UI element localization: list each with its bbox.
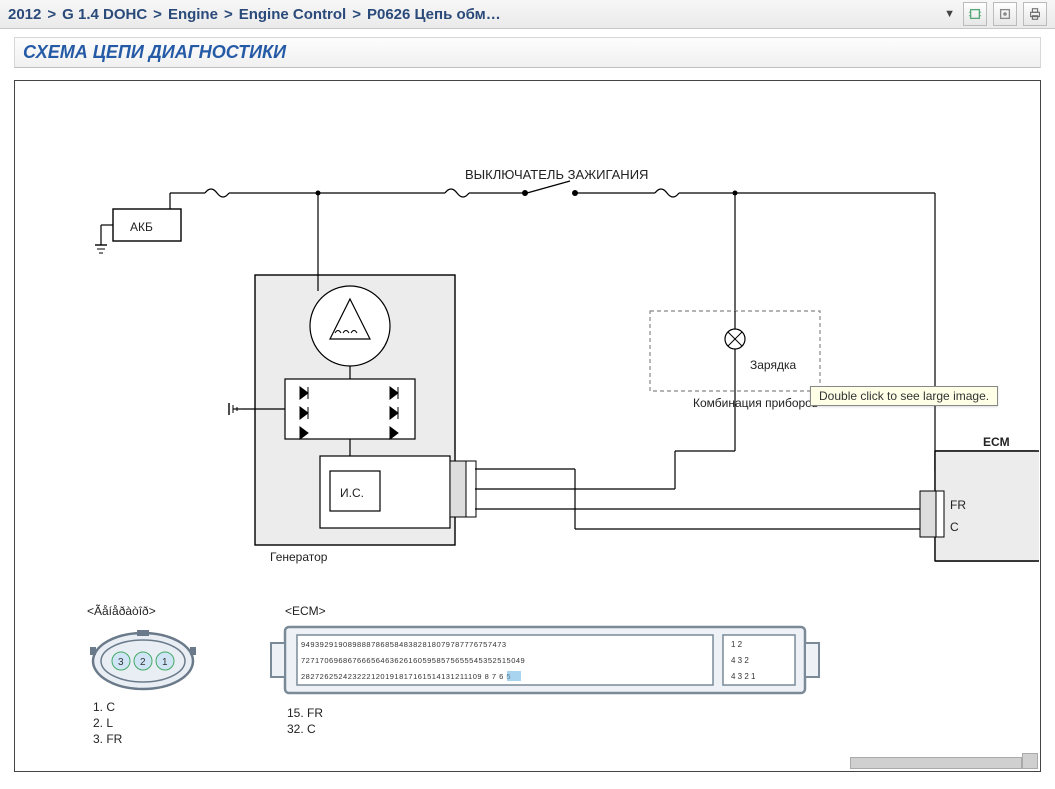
ecm-block: ECM FR C <box>920 435 1039 561</box>
charging-label: Зарядка <box>750 358 796 372</box>
ignition-switch-label: ВЫКЛЮЧАТЕЛЬ ЗАЖИГАНИЯ <box>465 167 648 182</box>
ecm-row-mid: 7271706968676665646362616059585756555453… <box>301 656 525 665</box>
battery-label: АКБ <box>130 220 153 234</box>
dropdown-caret-icon[interactable]: ▼ <box>944 8 955 20</box>
ecm-small-top: 1 2 <box>731 640 743 649</box>
scrollbar-corner <box>1022 753 1038 769</box>
ecm-row-bot: 282726252423222120191817161514131211109 … <box>301 672 511 681</box>
ecm-small-bot: 4 3 2 1 <box>731 672 756 681</box>
generator-label: Генератор <box>270 550 328 564</box>
chip-alt-icon <box>998 7 1012 21</box>
crumb-system[interactable]: Engine <box>168 6 218 23</box>
tool-button-2[interactable] <box>993 2 1017 26</box>
generator-block: И.С. Генератор <box>229 275 476 564</box>
pin-1c: 1. C <box>93 700 115 714</box>
conn-ecm-header: <ECM> <box>285 604 326 618</box>
print-button[interactable] <box>1023 2 1047 26</box>
conn-pin-1: 1 <box>162 657 168 668</box>
ecm-connector-pinout: <ECM> 9493929190898887868584838281807978… <box>271 604 819 736</box>
ecm-row-top: 9493929190898887868584838281807978777675… <box>301 640 507 649</box>
crumb-year[interactable]: 2012 <box>8 6 41 23</box>
section-title: СХЕМА ЦЕПИ ДИАГНОСТИКИ <box>14 37 1041 68</box>
ecm-small-mid: 4 3 2 <box>731 656 749 665</box>
chip-icon <box>968 7 982 21</box>
instrument-cluster-block: Зарядка Комбинация приборов <box>650 311 820 489</box>
crumb-sep: > <box>352 6 361 23</box>
crumb-sep: > <box>47 6 56 23</box>
generator-connector-pinout: <Ãåíåðàòîð> 3 2 1 1. C 2. L 3. FR <box>87 604 196 746</box>
horizontal-scrollbar[interactable] <box>850 757 1022 769</box>
ecm-pin-32: 32. C <box>287 722 316 736</box>
crumb-code[interactable]: P0626 Цепь обм… <box>367 6 501 23</box>
wiring-diagram-svg: АКБ <box>15 81 1039 771</box>
tooltip: Double click to see large image. <box>810 386 998 406</box>
battery-block: АКБ <box>95 193 181 253</box>
tool-button-1[interactable] <box>963 2 987 26</box>
crumb-engine-variant[interactable]: G 1.4 DOHC <box>62 6 147 23</box>
printer-icon <box>1028 7 1042 21</box>
conn-generator-header: <Ãåíåðàòîð> <box>87 604 156 618</box>
conn-pin-3: 3 <box>118 657 124 668</box>
crumb-subsystem[interactable]: Engine Control <box>239 6 347 23</box>
ecm-pin-c: C <box>950 520 959 534</box>
ecm-label: ECM <box>983 435 1010 449</box>
toolbar-icons <box>963 2 1047 26</box>
pin-2l: 2. L <box>93 716 113 730</box>
breadcrumb-toolbar: 2012 > G 1.4 DOHC > Engine > Engine Cont… <box>0 0 1055 29</box>
conn-pin-2: 2 <box>140 657 146 668</box>
ic-label: И.С. <box>340 486 364 500</box>
pin-3fr: 3. FR <box>93 732 123 746</box>
crumb-sep: > <box>224 6 233 23</box>
instrument-cluster-label: Комбинация приборов <box>693 396 818 410</box>
ecm-pin-15: 15. FR <box>287 706 323 720</box>
ecm-pin-fr: FR <box>950 498 966 512</box>
crumb-sep: > <box>153 6 162 23</box>
diagram-viewport[interactable]: Double click to see large image. АКБ <box>14 80 1041 772</box>
wiring <box>475 469 920 529</box>
